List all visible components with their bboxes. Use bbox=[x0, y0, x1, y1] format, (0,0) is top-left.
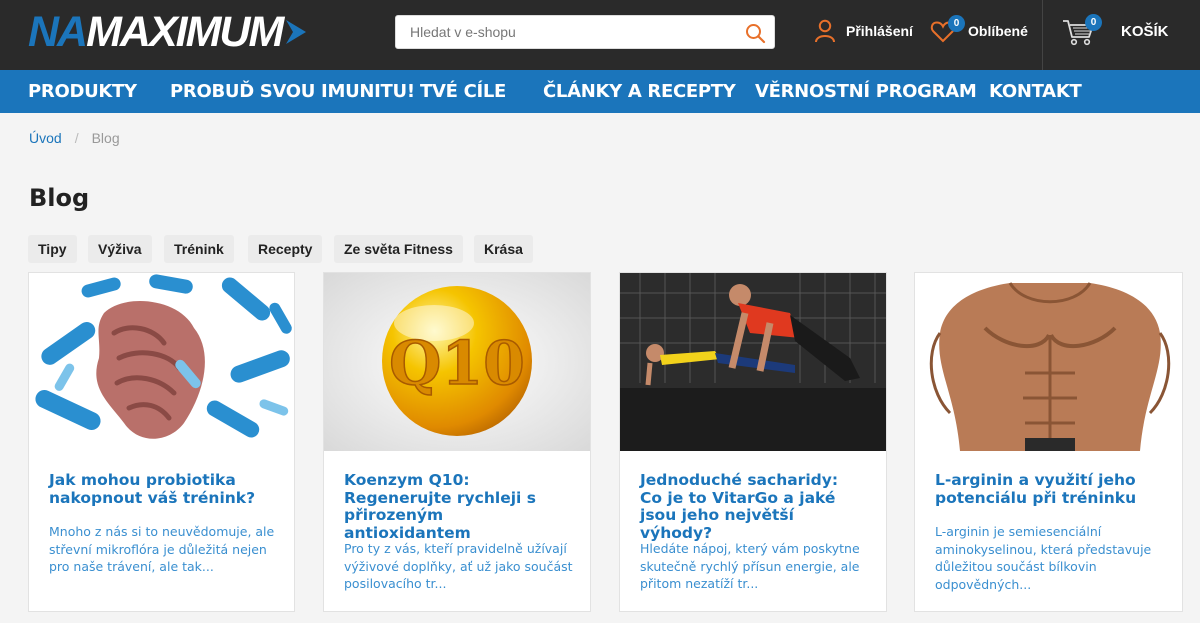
cart-count-badge: 0 bbox=[1085, 14, 1102, 31]
article-image bbox=[29, 273, 294, 451]
q10-capsule-image: Q10 bbox=[324, 273, 590, 451]
search-box bbox=[395, 15, 775, 49]
article-title[interactable]: Jak mohou probiotika nakopnout váš tréni… bbox=[49, 471, 274, 507]
logo[interactable]: NA MAXIMUM bbox=[28, 8, 308, 56]
nav-item-kontakt[interactable]: KONTAKT bbox=[989, 70, 1082, 113]
logo-text-maximum: MAXIMUM bbox=[86, 8, 284, 56]
logo-text-na: NA bbox=[28, 8, 88, 56]
page-title: Blog bbox=[29, 184, 90, 212]
bacteria-illustration bbox=[29, 273, 294, 451]
main-nav: PRODUKTY PROBUĎ SVOU IMUNITU! TVÉ CÍLE Č… bbox=[0, 70, 1200, 113]
breadcrumb-separator: / bbox=[74, 130, 79, 146]
article-card[interactable]: Q10 Koenzym Q10: Regenerujte rychleji s … bbox=[323, 272, 591, 612]
login-link[interactable]: Přihlášení bbox=[814, 18, 913, 44]
nav-item-imunita[interactable]: PROBUĎ SVOU IMUNITU! bbox=[170, 70, 415, 113]
article-card[interactable]: Jak mohou probiotika nakopnout váš tréni… bbox=[28, 272, 295, 612]
logo-arrow-icon bbox=[286, 20, 307, 44]
category-recepty[interactable]: Recepty bbox=[248, 235, 323, 263]
category-krasa[interactable]: Krása bbox=[474, 235, 533, 263]
article-card[interactable]: Jednoduché sacharidy: Co je to VitarGo a… bbox=[619, 272, 887, 612]
search-icon[interactable] bbox=[744, 22, 766, 44]
favorites-count-badge: 0 bbox=[948, 15, 965, 32]
muscular-torso-image bbox=[915, 273, 1182, 451]
article-excerpt: Pro ty z vás, kteří pravidelně užívají v… bbox=[344, 541, 573, 591]
search-input[interactable] bbox=[396, 16, 736, 48]
article-image: Q10 bbox=[324, 273, 590, 451]
breadcrumb-current: Blog bbox=[91, 130, 120, 146]
article-title[interactable]: Jednoduché sacharidy: Co je to VitarGo a… bbox=[640, 471, 865, 542]
article-excerpt: Mnoho z nás si to neuvědomuje, ale střev… bbox=[49, 524, 275, 574]
top-header: NA MAXIMUM Přihlášení 0 Oblíbené bbox=[0, 0, 1200, 70]
article-title[interactable]: Koenzym Q10: Regenerujte rychleji s přir… bbox=[344, 471, 569, 542]
favorites-icon-wrap: 0 bbox=[930, 15, 965, 44]
category-vyziva[interactable]: Výživa bbox=[88, 235, 152, 263]
category-trenink[interactable]: Trénink bbox=[164, 235, 234, 263]
cart-link[interactable]: 0 KOŠÍK bbox=[1042, 0, 1200, 70]
breadcrumb-home[interactable]: Úvod bbox=[29, 130, 62, 146]
nav-item-cile[interactable]: TVÉ CÍLE bbox=[420, 70, 506, 113]
favorites-label: Oblíbené bbox=[968, 23, 1028, 39]
article-image bbox=[915, 273, 1182, 451]
article-card[interactable]: L-arginin a využití jeho potenciálu při … bbox=[914, 272, 1183, 612]
article-excerpt: Hledáte nápoj, který vám poskytne skuteč… bbox=[640, 541, 860, 591]
article-excerpt: L-arginin je semiesenciální aminokyselin… bbox=[935, 524, 1152, 592]
pushups-gym-image bbox=[620, 273, 886, 451]
category-tipy[interactable]: Tipy bbox=[28, 235, 77, 263]
nav-item-produkty[interactable]: PRODUKTY bbox=[28, 70, 137, 113]
nav-item-clanky[interactable]: ČLÁNKY A RECEPTY bbox=[543, 70, 736, 113]
article-title[interactable]: L-arginin a využití jeho potenciálu při … bbox=[935, 471, 1160, 507]
breadcrumb: Úvod / Blog bbox=[29, 130, 120, 146]
category-ze-sveta-fitness[interactable]: Ze světa Fitness bbox=[334, 235, 463, 263]
svg-text:Q10: Q10 bbox=[389, 329, 525, 399]
article-image bbox=[620, 273, 886, 451]
login-label: Přihlášení bbox=[846, 23, 913, 39]
user-icon bbox=[815, 19, 835, 43]
cart-label: KOŠÍK bbox=[1121, 23, 1169, 40]
favorites-link[interactable]: 0 Oblíbené bbox=[930, 15, 1028, 46]
nav-item-vernostni-program[interactable]: VĚRNOSTNÍ PROGRAM bbox=[755, 70, 977, 113]
